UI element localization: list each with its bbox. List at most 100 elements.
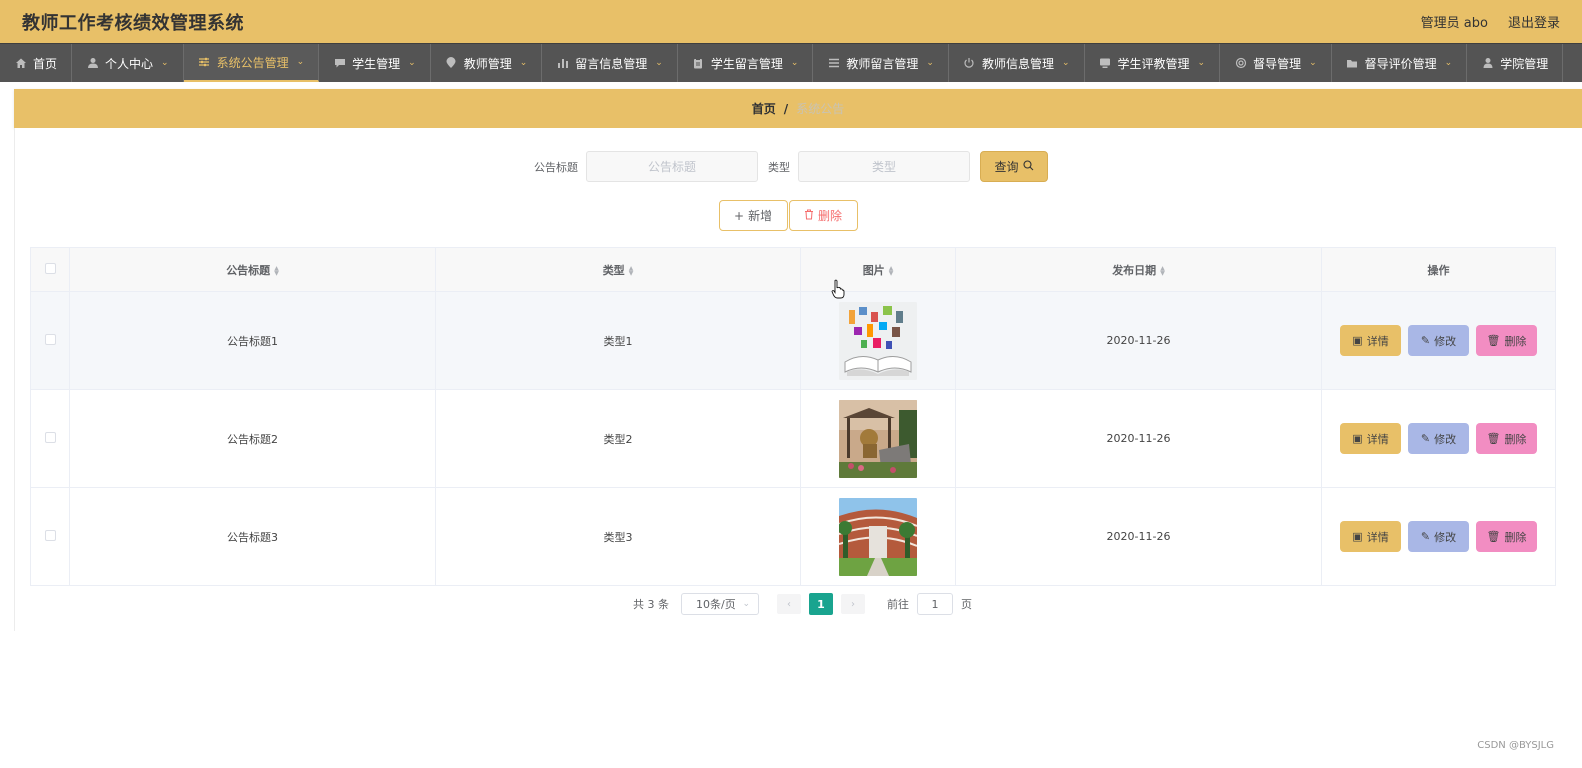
chevron-down-icon: ⌄ bbox=[1061, 58, 1070, 68]
nav-item-teacher-messages[interactable]: 教师留言管理 ⌄ bbox=[813, 44, 949, 82]
type-filter-label: 类型 bbox=[768, 160, 790, 174]
sliders-icon bbox=[198, 56, 211, 69]
row-checkbox[interactable] bbox=[44, 333, 56, 345]
power-icon bbox=[963, 57, 976, 70]
page-number-current[interactable]: 1 bbox=[809, 593, 833, 615]
select-all-cell bbox=[30, 247, 70, 292]
location-icon bbox=[445, 57, 458, 70]
delete-button[interactable]: 🗑︎ 删除 bbox=[1476, 521, 1537, 552]
trash-icon: 🗑︎ bbox=[1486, 530, 1501, 543]
add-button-label: 新增 bbox=[748, 209, 773, 223]
column-header-title[interactable]: 公告标题 ▲ ▼ bbox=[69, 247, 436, 292]
document-icon: ▣ bbox=[1352, 334, 1363, 347]
detail-button[interactable]: ▣ 详情 bbox=[1340, 423, 1401, 454]
delete-button[interactable]: 🗑︎ 删除 bbox=[1476, 325, 1537, 356]
nav-item-label: 学院管理 bbox=[1500, 56, 1549, 71]
type-filter-input[interactable] bbox=[798, 151, 970, 182]
edit-button[interactable]: ✎ 修改 bbox=[1408, 521, 1469, 552]
column-header-label: 类型 bbox=[602, 263, 625, 277]
nav-item-teacher-info[interactable]: 教师信息管理 ⌄ bbox=[949, 44, 1085, 82]
nav-item-students[interactable]: 学生管理 ⌄ bbox=[319, 44, 431, 82]
column-header-date[interactable]: 发布日期 ▲ ▼ bbox=[955, 247, 1322, 292]
detail-button[interactable]: ▣ 详情 bbox=[1340, 521, 1401, 552]
column-header-label: 发布日期 bbox=[1112, 263, 1157, 277]
chevron-down-icon: ⌄ bbox=[296, 57, 305, 67]
sort-icon: ▲ ▼ bbox=[1160, 264, 1165, 277]
table-row[interactable]: 公告标题3 类型3 2020-11-26 ▣ 详情 ✎ 修改 🗑︎ 删除 bbox=[30, 487, 1556, 586]
nav-item-announcements[interactable]: 系统公告管理 ⌄ bbox=[183, 44, 320, 82]
cell-image bbox=[800, 487, 956, 586]
nav-item-teachers[interactable]: 教师管理 ⌄ bbox=[431, 44, 543, 82]
page-suffix-label: 页 bbox=[961, 598, 972, 611]
prev-page-button[interactable]: ‹ bbox=[777, 594, 801, 614]
row-checkbox[interactable] bbox=[44, 529, 56, 541]
edit-button-label: 修改 bbox=[1434, 530, 1457, 544]
chevron-down-icon: ⌄ bbox=[161, 58, 169, 68]
chevron-down-icon: ⌄ bbox=[519, 58, 528, 68]
detail-button[interactable]: ▣ 详情 bbox=[1340, 325, 1401, 356]
column-header-image[interactable]: 图片 ▲ ▼ bbox=[800, 247, 956, 292]
delete-button-label: 删除 bbox=[1504, 530, 1527, 544]
edit-button[interactable]: ✎ 修改 bbox=[1408, 325, 1469, 356]
nav-item-label: 教师留言管理 bbox=[846, 56, 919, 71]
monitor-icon bbox=[1099, 57, 1112, 70]
query-button[interactable]: 查询 bbox=[980, 151, 1048, 182]
gear-icon bbox=[1234, 57, 1247, 70]
edit-button-label: 修改 bbox=[1434, 334, 1457, 348]
nav-item-messages[interactable]: 留言信息管理 ⌄ bbox=[542, 44, 678, 82]
goto-label: 前往 bbox=[887, 598, 909, 611]
plus-icon: + bbox=[734, 208, 745, 223]
add-button[interactable]: + 新增 bbox=[719, 200, 788, 231]
campus-sculpture-image[interactable] bbox=[839, 399, 917, 478]
cell-image bbox=[800, 291, 956, 390]
detail-button-label: 详情 bbox=[1366, 432, 1389, 446]
column-header-label: 图片 bbox=[862, 263, 885, 277]
column-header-type[interactable]: 类型 ▲ ▼ bbox=[435, 247, 801, 292]
next-page-button[interactable]: › bbox=[841, 594, 865, 614]
chevron-down-icon: ⌄ bbox=[408, 58, 416, 68]
nav-item-student-evaluation[interactable]: 学生评教管理 ⌄ bbox=[1085, 44, 1221, 82]
nav-item-personal-center[interactable]: 个人中心 ⌄ bbox=[72, 44, 184, 82]
goto-page-input[interactable] bbox=[917, 593, 953, 615]
logout-link[interactable]: 退出登录 bbox=[1508, 12, 1560, 31]
row-checkbox[interactable] bbox=[44, 431, 56, 443]
chevron-down-icon: ⌄ bbox=[790, 58, 799, 68]
cell-type: 类型3 bbox=[435, 487, 801, 586]
user-icon bbox=[86, 57, 99, 70]
nav-item-home[interactable]: 首页 bbox=[0, 44, 73, 82]
column-header-label: 操作 bbox=[1427, 263, 1450, 277]
book-illustration-image[interactable] bbox=[839, 301, 917, 380]
hand-cursor-icon bbox=[831, 279, 845, 299]
cell-date: 2020-11-26 bbox=[955, 487, 1322, 586]
edit-button[interactable]: ✎ 修改 bbox=[1408, 423, 1469, 454]
nav-item-label: 留言信息管理 bbox=[575, 56, 648, 71]
nav-item-label: 系统公告管理 bbox=[216, 55, 289, 70]
title-filter-input[interactable] bbox=[586, 151, 758, 182]
nav-item-label: 学生评教管理 bbox=[1117, 56, 1190, 71]
nav-item-label: 教师管理 bbox=[463, 56, 512, 71]
nav-item-supervisor-evaluation[interactable]: 督导评价管理 ⌄ bbox=[1332, 44, 1468, 82]
campus-building-image[interactable] bbox=[839, 497, 917, 576]
chevron-down-icon: ⌄ bbox=[1309, 58, 1317, 68]
select-all-checkbox[interactable] bbox=[44, 262, 56, 274]
page-size-select[interactable]: 10条/页 ⌄ bbox=[681, 593, 759, 615]
nav-item-label: 教师信息管理 bbox=[981, 56, 1054, 71]
cell-image bbox=[800, 389, 956, 488]
chevron-right-icon: › bbox=[851, 598, 855, 610]
bulk-actions: + 新增 删除 bbox=[719, 200, 858, 231]
cell-type: 类型2 bbox=[435, 389, 801, 488]
nav-item-label: 督导管理 bbox=[1253, 56, 1302, 71]
delete-button[interactable]: 🗑︎ 删除 bbox=[1476, 423, 1537, 454]
cell-title: 公告标题3 bbox=[69, 487, 436, 586]
nav-item-supervisors[interactable]: 督导管理 ⌄ bbox=[1220, 44, 1332, 82]
table-row[interactable]: 公告标题1 类型1 2020-11-26 ▣ 详情 ✎ 修改 🗑︎ 删除 bbox=[30, 291, 1556, 390]
nav-item-colleges[interactable]: 学院管理 bbox=[1467, 44, 1564, 82]
pencil-icon: ✎ bbox=[1420, 334, 1431, 347]
document-icon: ▣ bbox=[1352, 530, 1363, 543]
bulk-delete-button[interactable]: 删除 bbox=[789, 200, 858, 231]
nav-item-student-messages[interactable]: 学生留言管理 ⌄ bbox=[678, 44, 814, 82]
cell-title: 公告标题1 bbox=[69, 291, 436, 390]
trash-icon: 🗑︎ bbox=[1486, 334, 1501, 347]
breadcrumb-home[interactable]: 首页 bbox=[752, 100, 776, 117]
table-row[interactable]: 公告标题2 类型2 2020-11-26 ▣ 详情 ✎ 修改 🗑︎ 删除 bbox=[30, 389, 1556, 488]
